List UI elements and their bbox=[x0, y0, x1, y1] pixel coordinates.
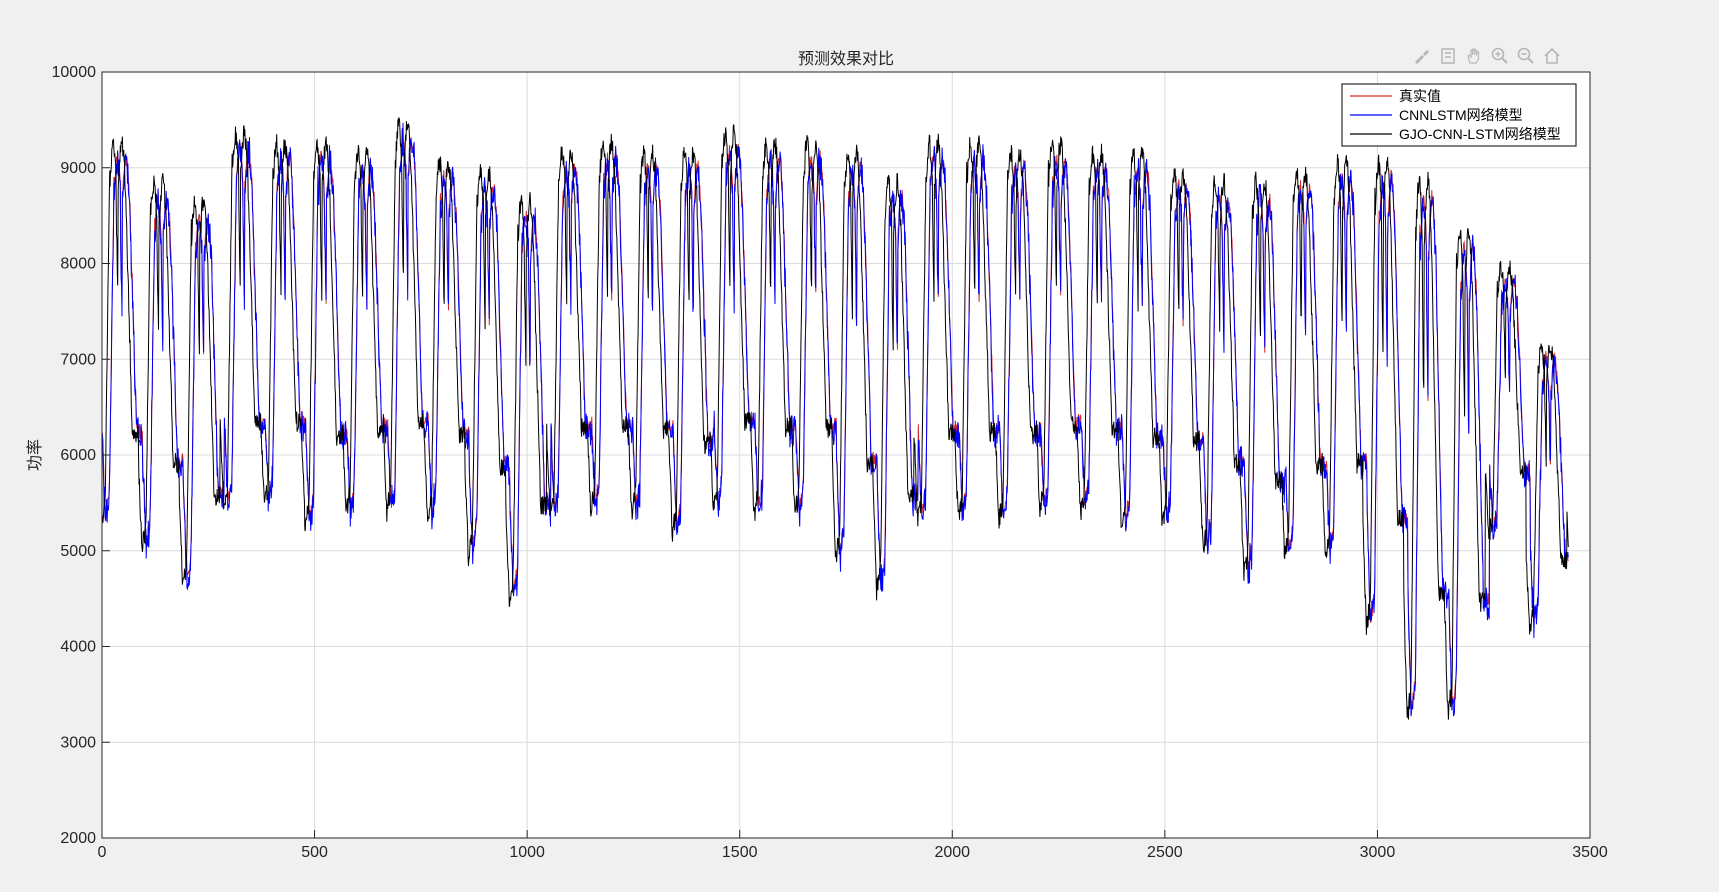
y-tick-label: 7000 bbox=[60, 351, 96, 368]
y-tick-label: 8000 bbox=[60, 256, 96, 273]
legend-label-actual: 真实值 bbox=[1399, 88, 1441, 104]
x-tick-label: 1000 bbox=[509, 844, 545, 861]
y-tick-label: 2000 bbox=[60, 830, 96, 847]
line-chart: 0 500 1000 1500 2000 2500 3000 3500 2000 3000 4000… bbox=[26, 50, 1608, 861]
x-tick-label: 2500 bbox=[1147, 844, 1183, 861]
legend-label-gjo-cnn-lstm: GJO-CNN-LSTM网络模型 bbox=[1399, 126, 1561, 142]
x-tick-label: 0 bbox=[98, 844, 107, 861]
y-tick-label: 5000 bbox=[60, 543, 96, 560]
legend-label-cnnlstm: CNNLSTM网络模型 bbox=[1399, 107, 1523, 123]
x-tick-label: 3500 bbox=[1572, 844, 1608, 861]
y-tick-label: 3000 bbox=[60, 734, 96, 751]
y-tick-label: 6000 bbox=[60, 447, 96, 464]
y-tick-label: 9000 bbox=[60, 160, 96, 177]
x-tick-label: 3000 bbox=[1360, 844, 1396, 861]
y-axis-label: 功率 bbox=[26, 439, 44, 471]
legend[interactable]: 真实值 CNNLSTM网络模型 GJO-CNN-LSTM网络模型 bbox=[1341, 83, 1577, 147]
x-tick-label: 2000 bbox=[934, 844, 970, 861]
figure-window: 0 500 1000 1500 2000 2500 3000 3500 2000 3000 4000… bbox=[0, 0, 1719, 892]
chart-title: 预测效果对比 bbox=[798, 50, 894, 68]
y-tick-label: 4000 bbox=[60, 639, 96, 656]
x-tick-label: 500 bbox=[301, 844, 328, 861]
x-tick-label: 1500 bbox=[722, 844, 758, 861]
y-tick-label: 10000 bbox=[52, 64, 97, 81]
